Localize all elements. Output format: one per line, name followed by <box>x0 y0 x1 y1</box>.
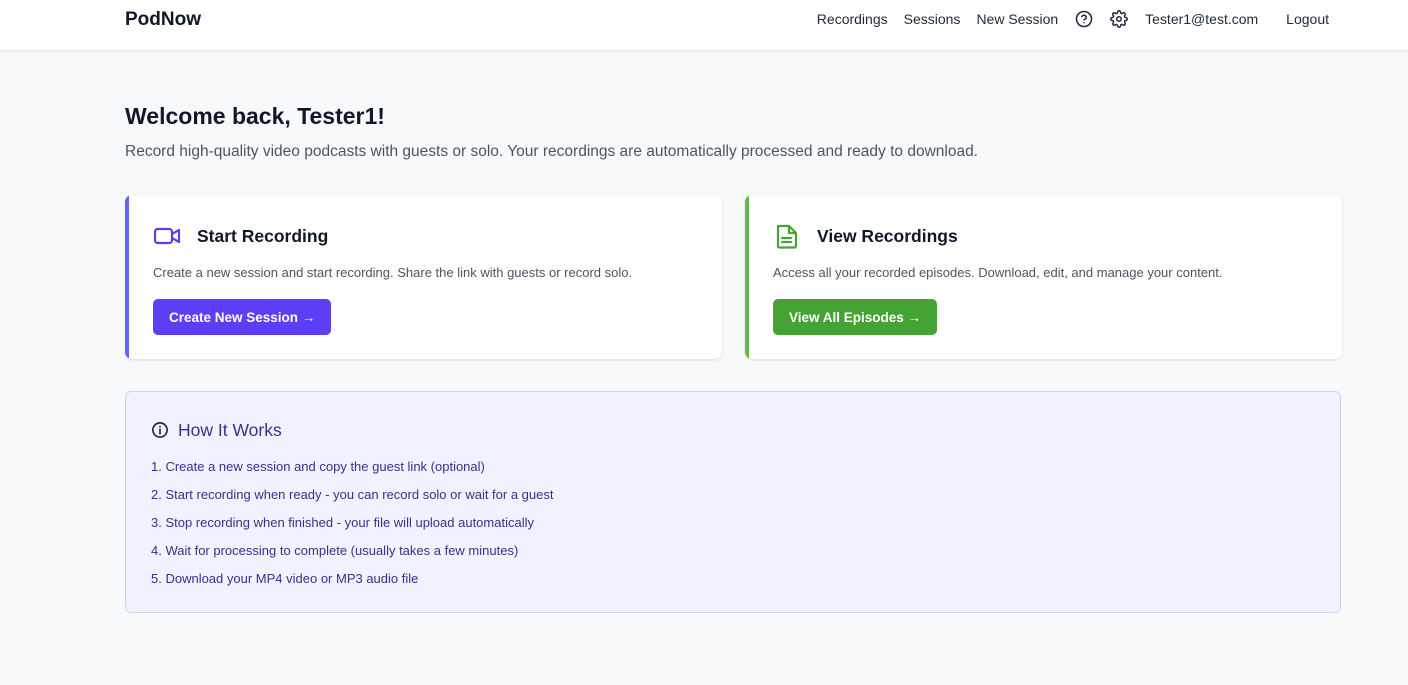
nav-sessions-link[interactable]: Sessions <box>904 11 961 27</box>
steps-list: 1. Create a new session and copy the gue… <box>151 458 553 598</box>
user-email: Tester1@test.com <box>1145 11 1259 27</box>
nav-new-session-link[interactable]: New Session <box>976 11 1058 27</box>
card-title: View Recordings <box>817 226 958 246</box>
view-all-episodes-button[interactable]: View All Episodes → <box>773 299 938 335</box>
how-it-works-title: How It Works <box>178 420 282 440</box>
step-item: 1. Create a new session and copy the gue… <box>151 459 485 474</box>
step-item: 2. Start recording when ready - you can … <box>151 487 554 502</box>
step-item: 4. Wait for processing to complete (usua… <box>151 543 519 558</box>
gear-icon[interactable] <box>1110 10 1129 28</box>
how-it-works-panel: How It Works 1. Create a new session and… <box>125 391 1341 613</box>
top-navbar: PodNow Recordings Sessions New Session T… <box>0 0 1408 51</box>
welcome-subtitle: Record high-quality video podcasts with … <box>125 143 978 160</box>
brand-logo[interactable]: PodNow <box>125 9 201 31</box>
step-item: 3. Stop recording when finished - your f… <box>151 515 534 530</box>
info-circle-icon <box>151 421 169 439</box>
card-title: Start Recording <box>197 226 329 246</box>
view-recordings-card: View Recordings Access all your recorded… <box>745 195 1342 359</box>
card-description: Access all your recorded episodes. Downl… <box>773 265 1223 280</box>
logout-link[interactable]: Logout <box>1286 11 1329 27</box>
nav-links: Recordings Sessions New Session Tester1@… <box>817 0 1329 38</box>
video-camera-icon <box>153 223 181 249</box>
document-icon <box>773 223 801 249</box>
card-accent-bar <box>745 195 749 359</box>
help-circle-icon[interactable] <box>1075 10 1093 28</box>
welcome-heading: Welcome back, Tester1! <box>125 103 385 129</box>
create-new-session-button[interactable]: Create New Session → <box>153 299 332 335</box>
start-recording-card: Start Recording Create a new session and… <box>125 195 722 359</box>
nav-recordings-link[interactable]: Recordings <box>817 11 888 27</box>
step-item: 5. Download your MP4 video or MP3 audio … <box>151 571 419 586</box>
card-accent-bar <box>125 195 129 359</box>
card-description: Create a new session and start recording… <box>153 265 633 280</box>
